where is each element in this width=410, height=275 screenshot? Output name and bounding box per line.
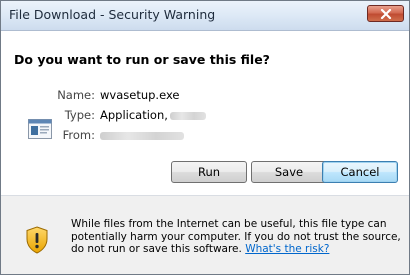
title-bar[interactable]: File Download - Security Warning xyxy=(1,1,409,31)
close-button[interactable] xyxy=(367,5,404,22)
whats-the-risk-link[interactable]: What's the risk? xyxy=(245,243,329,255)
shield-warning-icon xyxy=(26,226,48,254)
name-label: Name: xyxy=(57,88,95,102)
save-button[interactable]: Save xyxy=(251,161,327,183)
dialog-question: Do you want to run or save this file? xyxy=(14,52,270,67)
window-title: File Download - Security Warning xyxy=(9,7,216,22)
file-name-value: wvasetup.exe xyxy=(100,88,180,102)
redacted-file-source xyxy=(100,132,184,140)
run-button[interactable]: Run xyxy=(171,161,247,183)
file-type-value: Application, xyxy=(100,108,168,122)
file-download-dialog: File Download - Security Warning Do you … xyxy=(0,0,410,275)
close-icon xyxy=(380,9,392,19)
type-label: Type: xyxy=(64,108,95,122)
warning-footer: While files from the Internet can be use… xyxy=(1,196,409,274)
cancel-button[interactable]: Cancel xyxy=(322,161,398,183)
redacted-file-size xyxy=(170,112,206,120)
from-label: From: xyxy=(62,128,95,142)
warning-message: While files from the Internet can be use… xyxy=(71,218,401,256)
warning-text: While files from the Internet can be use… xyxy=(71,218,401,255)
dialog-content: Do you want to run or save this file? Na… xyxy=(1,31,409,183)
